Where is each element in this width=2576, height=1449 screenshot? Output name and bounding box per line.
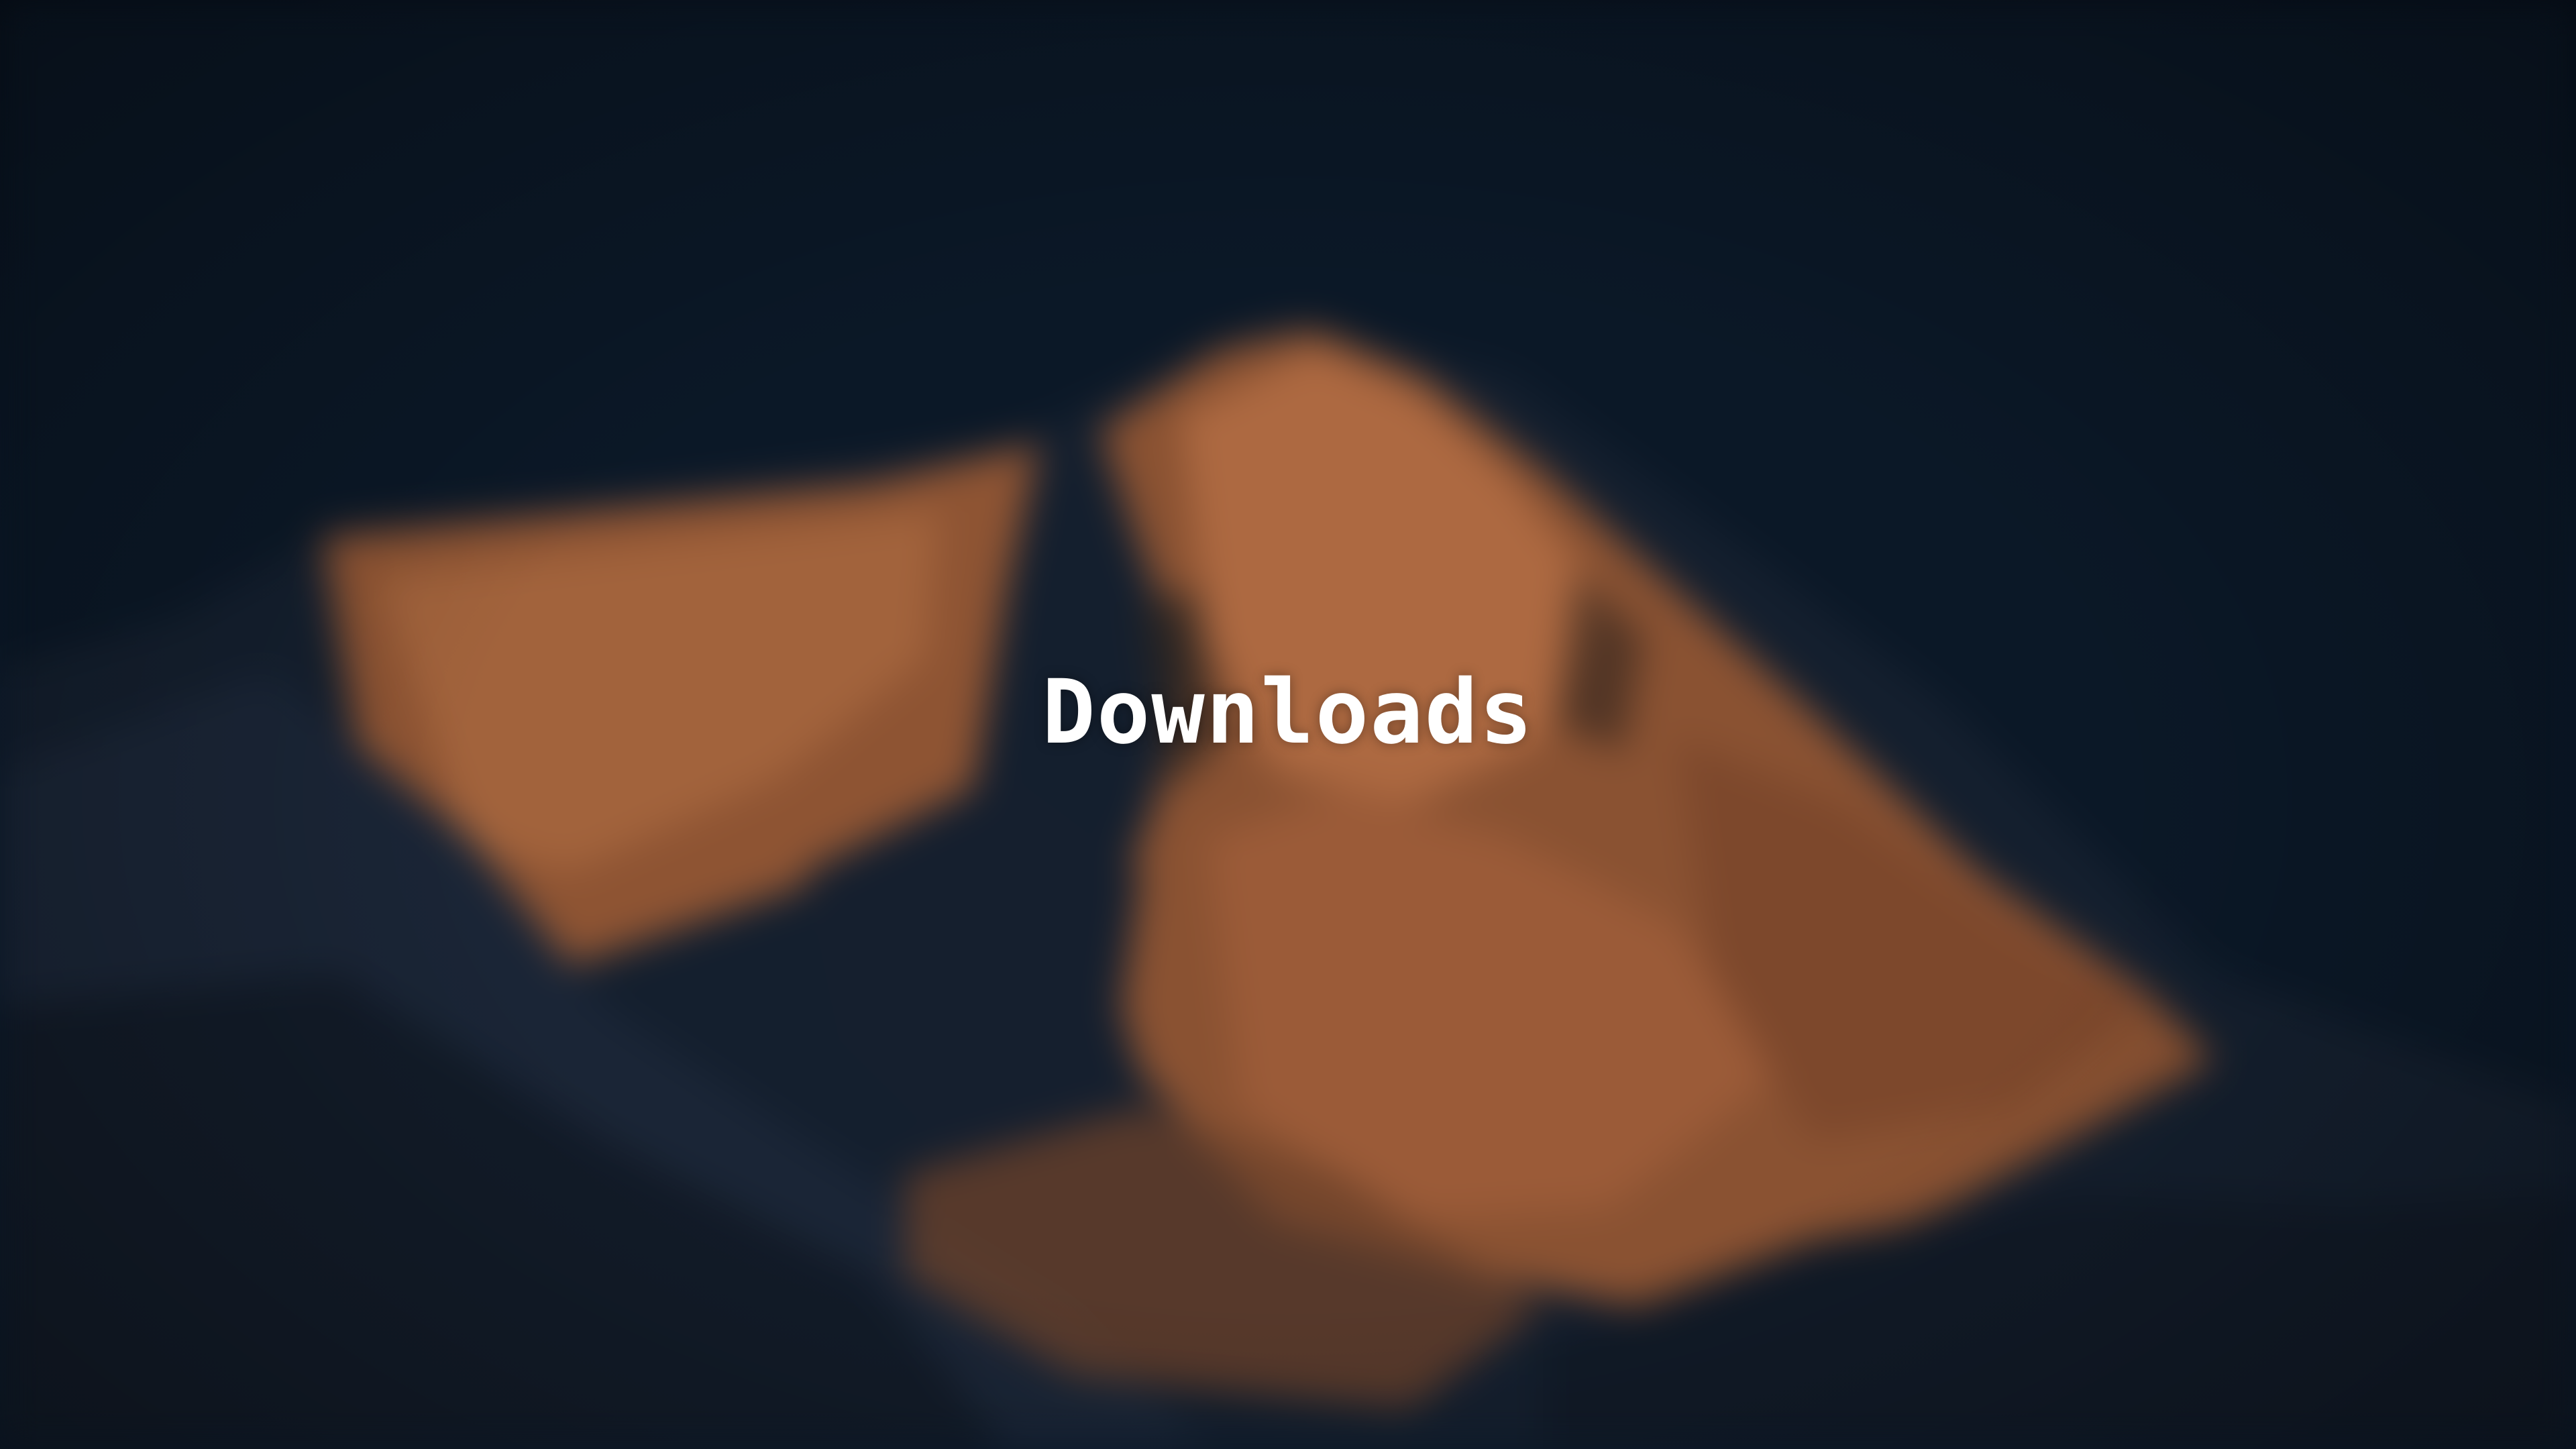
folder-title: Downloads [1042, 661, 1534, 764]
